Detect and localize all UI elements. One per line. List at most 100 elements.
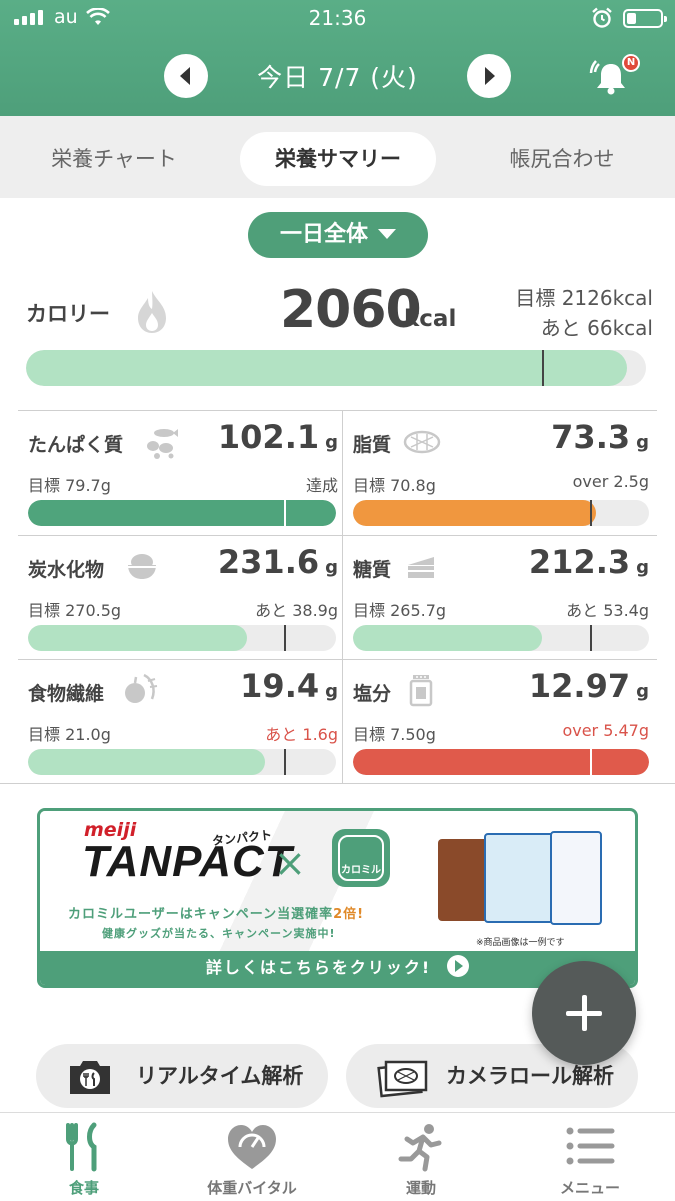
nutrient-target: 目標 265.7g <box>353 601 447 620</box>
nutrient-name: 塩分 <box>353 683 392 705</box>
camera-food-icon <box>70 1061 110 1094</box>
cake-icon <box>408 557 434 578</box>
photo-roll-icon <box>377 1060 428 1098</box>
product-image-yogurt <box>484 833 558 923</box>
rice-bowl-icon <box>128 554 156 579</box>
nutrient-name: 糖質 <box>353 559 392 581</box>
nav-weight-vital-label: 体重バイタル <box>207 1179 297 1197</box>
promo-banner[interactable]: meiji タンパクト TANPACT × カロミル カロミルユーザーはキャンペ… <box>37 808 638 988</box>
nutrient-progress-bar <box>353 625 649 651</box>
nutrient-cell-protein[interactable]: たんぱく質 102.1 g 目標 79.7g 達成 <box>28 412 338 536</box>
nav-meal[interactable]: 食事 <box>0 1113 168 1201</box>
nutrient-progress-fill <box>353 500 596 526</box>
nav-exercise-label: 運動 <box>405 1179 436 1197</box>
calorie-target-marker <box>542 350 544 386</box>
tab-balance-adjust[interactable]: 帳尻合わせ <box>464 132 660 186</box>
calorie-progress-bar <box>26 350 646 386</box>
product-image-drink <box>550 831 602 925</box>
nutrient-status: over 2.5g <box>572 472 649 491</box>
nutrient-progress-fill <box>28 500 336 526</box>
nutrient-unit: g <box>636 432 649 453</box>
alarm-icon <box>592 7 612 28</box>
nutrient-name: 脂質 <box>353 434 392 456</box>
nutrient-unit: g <box>325 681 338 702</box>
status-time: 21:36 <box>308 6 367 30</box>
nutrient-progress-fill <box>353 749 649 775</box>
calorie-progress-fill <box>26 350 628 386</box>
campaign-text: カロミルユーザーはキャンペーン当選確率2倍! <box>68 903 364 922</box>
calorie-unit: kcal <box>404 306 457 332</box>
nutrient-status: あと 1.6g <box>265 725 338 744</box>
nav-menu-label: メニュー <box>559 1179 620 1197</box>
nutrient-value: 19.4 <box>240 667 320 705</box>
realtime-analysis-button[interactable]: リアルタイム解析 <box>36 1044 328 1108</box>
app-header: au 21:36 今日 7/7 (火) N <box>0 0 675 116</box>
collab-times: × <box>274 841 306 885</box>
nutrient-progress-bar <box>28 625 336 651</box>
status-bar: au 21:36 <box>0 6 675 32</box>
nutrient-value-wrap: 212.3 g <box>529 543 649 581</box>
nutrient-status: あと 38.9g <box>255 601 338 620</box>
nav-meal-label: 食事 <box>68 1179 99 1197</box>
nutrient-value: 212.3 <box>528 543 631 581</box>
play-icon <box>447 955 470 977</box>
nutrient-target: 目標 270.5g <box>28 601 122 620</box>
meal-period-value: 一日全体 <box>279 222 368 247</box>
caret-down-icon <box>378 229 396 239</box>
nutrient-cell-carbohydrate[interactable]: 炭水化物 231.6 g 目標 270.5g あと 38.9g <box>28 537 338 661</box>
banner-cta-label: 詳しくはこちらをクリック! <box>205 958 432 977</box>
nutrient-progress-fill <box>28 625 247 651</box>
image-disclaimer: ※商品画像は一例です <box>476 938 565 948</box>
notification-badge: N <box>622 54 640 72</box>
nutrient-progress-fill <box>353 625 543 651</box>
nutrient-value: 73.3 <box>551 418 631 456</box>
running-icon <box>398 1124 442 1172</box>
nav-exercise[interactable]: 運動 <box>337 1113 505 1201</box>
heart-scale-icon <box>228 1125 276 1169</box>
nutrient-unit: g <box>325 557 338 578</box>
nutrient-value-wrap: 73.3 g <box>551 418 649 456</box>
calorie-target: 目標 2126kcal <box>515 286 653 310</box>
nutrient-target: 目標 21.0g <box>28 725 111 744</box>
nutrient-value-wrap: 102.1 g <box>218 418 338 456</box>
nutrient-value: 102.1 <box>217 418 320 456</box>
nutrient-progress-bar <box>28 500 336 526</box>
nutrient-value-wrap: 19.4 g <box>240 667 338 705</box>
add-meal-fab[interactable] <box>532 961 636 1065</box>
protein-icon <box>147 429 178 459</box>
app-icon-label: カロミル <box>341 865 381 876</box>
nutrient-unit: g <box>636 557 649 578</box>
nutrient-progress-bar <box>353 500 649 526</box>
nutrient-cell-fiber[interactable]: 食物繊維 19.4 g 目標 21.0g あと 1.6g <box>28 661 338 785</box>
nutrient-cell-fat[interactable]: 脂質 73.3 g 目標 70.8g over 2.5g <box>353 412 649 536</box>
menu-list-icon <box>566 1127 615 1165</box>
nutrient-target-marker <box>283 500 286 526</box>
nutrient-value: 12.97 <box>528 667 631 705</box>
nav-menu[interactable]: メニュー <box>506 1113 674 1201</box>
nutrient-name: たんぱく質 <box>28 434 124 456</box>
campaign-emphasis: 2倍! <box>333 907 365 922</box>
nutrient-target: 目標 7.50g <box>353 725 436 744</box>
tab-nutrition-chart[interactable]: 栄養チャート <box>16 132 212 186</box>
nav-weight-vital[interactable]: 体重バイタル <box>168 1113 336 1201</box>
nutrient-progress-bar <box>28 749 336 775</box>
nutrient-cell-salt[interactable]: 塩分 12.97 g 目標 7.50g over 5.47g <box>353 661 649 785</box>
calorie-label: カロリー <box>26 302 110 326</box>
salt-shaker-icon <box>409 675 433 707</box>
calorie-value: 2060 <box>280 280 422 340</box>
fork-knife-icon <box>66 1122 97 1172</box>
tanpact-logo: TANPACT <box>82 837 293 886</box>
nutrient-progress-bar <box>353 749 649 775</box>
calomeal-app-icon: カロミル <box>332 829 390 887</box>
fat-icon <box>403 430 441 454</box>
nutrient-name: 食物繊維 <box>28 683 105 705</box>
next-day-button[interactable] <box>467 54 511 98</box>
realtime-analysis-label: リアルタイム解析 <box>136 1064 304 1088</box>
nutrient-cell-sugar[interactable]: 糖質 212.3 g 目標 265.7g あと 53.4g <box>353 537 649 661</box>
meal-period-dropdown[interactable]: 一日全体 <box>248 212 428 258</box>
nutrient-progress-fill <box>28 749 266 775</box>
tab-nutrition-summary[interactable]: 栄養サマリー <box>240 132 436 186</box>
grid-divider <box>342 410 343 783</box>
nutrient-unit: g <box>325 432 338 453</box>
bottom-tab-bar: 食事 体重バイタル 運動 メニュー <box>0 1112 675 1200</box>
